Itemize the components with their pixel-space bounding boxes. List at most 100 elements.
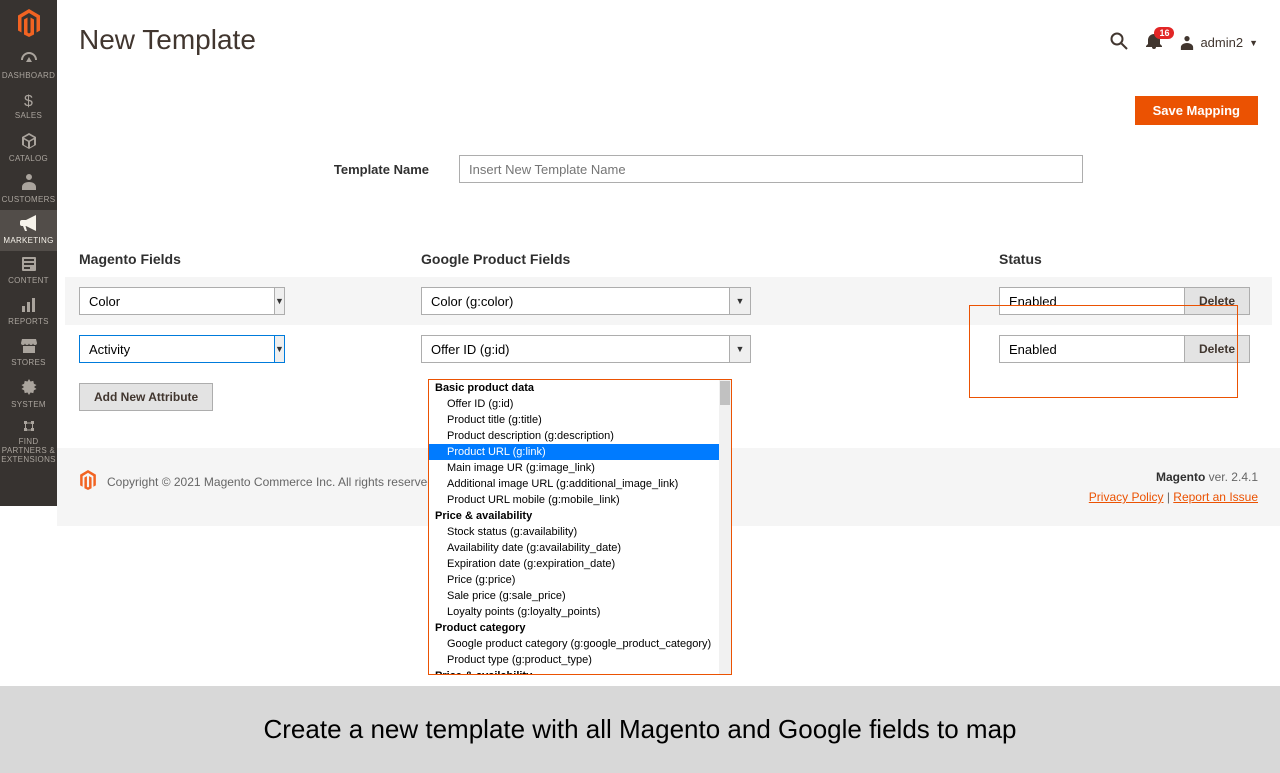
main-content: New Template 16 admin2 ▼ Save Mapping Te… — [57, 0, 1280, 421]
report-issue-link[interactable]: Report an Issue — [1173, 490, 1258, 504]
chart-icon — [22, 298, 36, 316]
dropdown-option[interactable]: Stock status (g:availability) — [429, 524, 731, 540]
google-field-value[interactable] — [421, 335, 729, 363]
col-status-header: Status — [999, 251, 1258, 267]
scrollbar-thumb[interactable] — [720, 381, 730, 405]
dropdown-option[interactable]: Product URL (g:link) — [429, 444, 731, 460]
dropdown-option[interactable]: Product URL mobile (g:mobile_link) — [429, 492, 731, 508]
nav-sales[interactable]: $ SALES — [0, 87, 57, 128]
page-actions: Save Mapping — [57, 56, 1280, 125]
content-icon — [22, 257, 36, 275]
magento-field-select[interactable]: ▼ — [79, 287, 269, 315]
nav-catalog[interactable]: CATALOG — [0, 128, 57, 169]
store-icon — [21, 339, 37, 357]
col-google-header: Google Product Fields — [421, 251, 999, 267]
nav-label: CUSTOMERS — [0, 196, 57, 205]
nav-dashboard[interactable]: DASHBOARD — [0, 46, 57, 87]
template-name-input[interactable] — [459, 155, 1083, 183]
dollar-icon: $ — [24, 94, 33, 110]
google-field-select[interactable]: ▼ — [421, 287, 751, 315]
dropdown-option[interactable]: Loyalty points (g:loyalty_points) — [429, 604, 731, 620]
status-value[interactable] — [999, 287, 1194, 315]
col-magento-header: Magento Fields — [79, 251, 421, 267]
dropdown-group-header: Price & availability — [429, 668, 731, 675]
admin-sidebar: DASHBOARD $ SALES CATALOG CUSTOMERS MARK… — [0, 0, 57, 506]
nav-label: SYSTEM — [9, 401, 48, 410]
nav-system[interactable]: SYSTEM — [0, 374, 57, 415]
dropdown-option[interactable]: Sale price (g:sale_price) — [429, 588, 731, 604]
chevron-down-icon[interactable]: ▼ — [274, 287, 285, 315]
nav-customers[interactable]: CUSTOMERS — [0, 169, 57, 210]
magento-field-select[interactable]: ▼ — [79, 335, 269, 363]
delete-row-button[interactable]: Delete — [1184, 287, 1250, 315]
dropdown-group-header: Basic product data — [429, 380, 731, 396]
chevron-down-icon[interactable]: ▼ — [729, 335, 751, 363]
nav-marketing[interactable]: MARKETING — [0, 210, 57, 251]
template-name-row: Template Name — [57, 125, 1280, 183]
nav-label: REPORTS — [6, 318, 51, 327]
megaphone-icon — [20, 215, 38, 235]
mapping-row: ▼ ▼ ▼ Delete — [65, 277, 1272, 325]
status-select[interactable]: ▼ — [999, 287, 1075, 315]
magento-field-value[interactable] — [79, 287, 274, 315]
nav-label: SALES — [13, 112, 44, 121]
template-name-label: Template Name — [79, 162, 459, 177]
nav-label: FIND PARTNERS & EXTENSIONS — [0, 438, 58, 464]
google-field-value[interactable] — [421, 287, 729, 315]
magento-logo[interactable] — [0, 0, 57, 46]
google-field-dropdown[interactable]: Basic product dataOffer ID (g:id)Product… — [428, 379, 732, 675]
page-title: New Template — [79, 24, 256, 56]
add-attribute-button[interactable]: Add New Attribute — [79, 383, 213, 411]
status-value[interactable] — [999, 335, 1194, 363]
chevron-down-icon[interactable]: ▼ — [729, 287, 751, 315]
gear-icon — [21, 379, 37, 399]
grid-body: ▼ ▼ ▼ Delete ▼ — [57, 277, 1280, 373]
dropdown-option[interactable]: Product description (g:description) — [429, 428, 731, 444]
mapping-row: ▼ ▼ ▼ Delete — [65, 325, 1272, 373]
chevron-down-icon: ▼ — [1249, 38, 1258, 48]
nav-stores[interactable]: STORES — [0, 333, 57, 374]
nav-reports[interactable]: REPORTS — [0, 292, 57, 333]
google-field-select[interactable]: ▼ — [421, 335, 751, 363]
admin-menu[interactable]: admin2 ▼ — [1180, 35, 1258, 50]
dropdown-option[interactable]: Product title (g:title) — [429, 412, 731, 428]
dropdown-group-header: Product category — [429, 620, 731, 636]
dropdown-option[interactable]: Price (g:price) — [429, 572, 731, 588]
dropdown-option[interactable]: Google product category (g:google_produc… — [429, 636, 731, 652]
dropdown-option[interactable]: Main image UR (g:image_link) — [429, 460, 731, 476]
partners-icon — [21, 418, 37, 436]
version-text: ver. 2.4.1 — [1205, 470, 1258, 484]
dropdown-group-header: Price & availability — [429, 508, 731, 524]
magento-field-value[interactable] — [79, 335, 274, 363]
scrollbar[interactable] — [719, 380, 731, 674]
person-icon — [22, 174, 36, 194]
page-header: New Template 16 admin2 ▼ — [57, 0, 1280, 56]
dropdown-option[interactable]: Offer ID (g:id) — [429, 396, 731, 412]
slide-caption: Create a new template with all Magento a… — [0, 686, 1280, 773]
nav-content[interactable]: CONTENT — [0, 251, 57, 292]
nav-label: STORES — [9, 359, 48, 368]
nav-partners[interactable]: FIND PARTNERS & EXTENSIONS — [0, 415, 57, 468]
dropdown-option[interactable]: Additional image URL (g:additional_image… — [429, 476, 731, 492]
cube-icon — [21, 133, 37, 153]
notifications[interactable]: 16 — [1146, 33, 1162, 52]
nav-label: MARKETING — [1, 237, 55, 246]
chevron-down-icon[interactable]: ▼ — [274, 335, 285, 363]
header-actions: 16 admin2 ▼ — [1110, 32, 1258, 53]
privacy-link[interactable]: Privacy Policy — [1089, 490, 1164, 504]
dropdown-option[interactable]: Availability date (g:availability_date) — [429, 540, 731, 556]
dropdown-option[interactable]: Expiration date (g:expiration_date) — [429, 556, 731, 572]
delete-row-button[interactable]: Delete — [1184, 335, 1250, 363]
dashboard-icon — [21, 52, 37, 70]
status-select[interactable]: ▼ — [999, 335, 1075, 363]
nav-label: CONTENT — [6, 277, 51, 286]
notif-count: 16 — [1154, 27, 1174, 39]
save-mapping-button[interactable]: Save Mapping — [1135, 96, 1258, 125]
admin-username: admin2 — [1200, 35, 1243, 50]
search-icon[interactable] — [1110, 32, 1128, 53]
dropdown-option[interactable]: Product type (g:product_type) — [429, 652, 731, 668]
grid-column-headers: Magento Fields Google Product Fields Sta… — [57, 183, 1280, 277]
magento-logo-small — [79, 470, 97, 493]
nav-label: CATALOG — [7, 155, 50, 164]
nav-label: DASHBOARD — [0, 72, 57, 81]
